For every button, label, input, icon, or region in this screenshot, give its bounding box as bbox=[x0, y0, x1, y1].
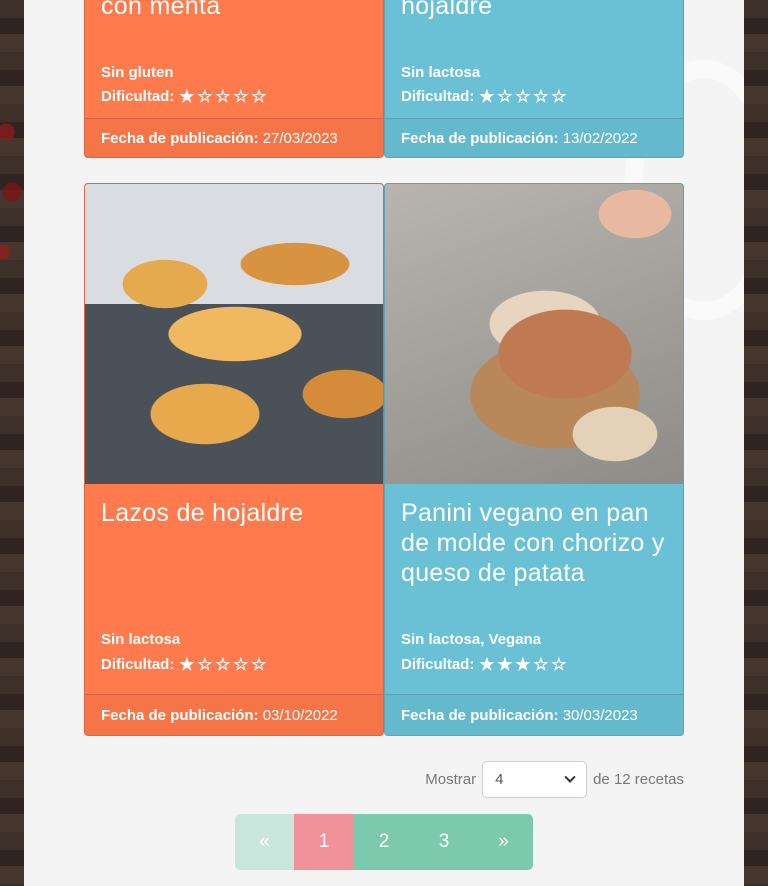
star-empty-icon: ☆ bbox=[215, 655, 231, 674]
recipe-title[interactable]: Lazos de hojaldre bbox=[101, 498, 367, 528]
star-empty-icon: ☆ bbox=[533, 87, 549, 106]
date-label: Fecha de publicación: bbox=[101, 130, 259, 147]
star-filled-icon: ★ bbox=[497, 655, 513, 674]
publication-date: 13/02/2022 bbox=[562, 130, 638, 147]
card-footer: Fecha de publicación: 27/03/2023 bbox=[85, 118, 383, 157]
recipe-card-panini[interactable]: Panini vegano en pan de molde con choriz… bbox=[384, 183, 684, 736]
recipe-image[interactable] bbox=[385, 184, 683, 484]
card-body: Panini vegano en pan de molde con choriz… bbox=[385, 484, 683, 694]
publication-date: 27/03/2023 bbox=[262, 130, 338, 147]
star-empty-icon: ☆ bbox=[197, 655, 213, 674]
star-empty-icon: ☆ bbox=[551, 87, 567, 106]
recipe-tags: Sin lactosa, Vegana bbox=[401, 631, 542, 648]
star-filled-icon: ★ bbox=[179, 655, 195, 674]
recipe-image[interactable] bbox=[85, 184, 383, 484]
card-body: Lazos de hojaldre Sin lactosa Dificultad… bbox=[85, 484, 383, 694]
card-footer: Fecha de publicación: 03/10/2022 bbox=[85, 694, 383, 735]
pagination-page-1[interactable]: 1 bbox=[294, 814, 354, 870]
pagination: « 1 2 3 » bbox=[235, 814, 533, 870]
recipes-content: Trufas de chocolate con menta Sin gluten… bbox=[24, 0, 744, 886]
recipe-difficulty: Dificultad: ★ ☆ ☆ ☆ ☆ bbox=[101, 86, 267, 108]
recipe-tags: Sin gluten bbox=[101, 64, 174, 81]
recipe-card-coca[interactable]: Coca de mollitas de hojaldre Sin lactosa… bbox=[384, 0, 684, 158]
recipe-title[interactable]: Panini vegano en pan de molde con choriz… bbox=[401, 498, 667, 588]
star-empty-icon: ☆ bbox=[233, 87, 249, 106]
difficulty-label: Dificultad: bbox=[101, 656, 175, 673]
difficulty-stars: ★ ☆ ☆ ☆ ☆ bbox=[178, 655, 267, 675]
per-page-select[interactable]: 4 bbox=[482, 761, 588, 798]
date-label: Fecha de publicación: bbox=[401, 130, 559, 147]
show-label: Mostrar bbox=[425, 771, 477, 788]
star-empty-icon: ☆ bbox=[515, 87, 531, 106]
date-label: Fecha de publicación: bbox=[401, 707, 559, 724]
star-empty-icon: ☆ bbox=[551, 655, 567, 674]
star-filled-icon: ★ bbox=[479, 87, 495, 106]
recipe-title[interactable]: Coca de mollitas de hojaldre bbox=[401, 0, 667, 21]
date-label: Fecha de publicación: bbox=[101, 707, 259, 724]
star-filled-icon: ★ bbox=[179, 87, 195, 106]
publication-date: 03/10/2022 bbox=[262, 707, 338, 724]
card-footer: Fecha de publicación: 30/03/2023 bbox=[385, 694, 683, 735]
pagination-page-2[interactable]: 2 bbox=[354, 814, 414, 870]
recipe-card-lazos[interactable]: Lazos de hojaldre Sin lactosa Dificultad… bbox=[84, 183, 384, 736]
wood-background-left bbox=[0, 0, 24, 886]
recipe-title[interactable]: Trufas de chocolate con menta bbox=[101, 0, 367, 21]
difficulty-label: Dificultad: bbox=[101, 88, 175, 105]
star-empty-icon: ☆ bbox=[215, 87, 231, 106]
recipe-card-trufas[interactable]: Trufas de chocolate con menta Sin gluten… bbox=[84, 0, 384, 158]
star-empty-icon: ☆ bbox=[197, 87, 213, 106]
recipe-difficulty: Dificultad: ★ ☆ ☆ ☆ ☆ bbox=[401, 86, 567, 108]
results-per-page: Mostrar 4 de 12 recetas bbox=[425, 761, 684, 798]
wood-background-right bbox=[744, 0, 768, 886]
difficulty-label: Dificultad: bbox=[401, 656, 475, 673]
recipe-tags: Sin lactosa bbox=[101, 631, 181, 648]
recipe-tags: Sin lactosa bbox=[401, 64, 481, 81]
difficulty-stars: ★ ☆ ☆ ☆ ☆ bbox=[478, 87, 567, 107]
star-empty-icon: ☆ bbox=[251, 655, 267, 674]
recipe-difficulty: Dificultad: ★ ★ ★ ☆ ☆ bbox=[401, 654, 567, 676]
difficulty-stars: ★ ★ ★ ☆ ☆ bbox=[478, 655, 567, 675]
star-empty-icon: ☆ bbox=[251, 87, 267, 106]
card-footer: Fecha de publicación: 13/02/2022 bbox=[385, 118, 683, 157]
per-page-value: 4 bbox=[495, 771, 504, 788]
card-body: Trufas de chocolate con menta Sin gluten… bbox=[85, 0, 383, 118]
pagination-prev[interactable]: « bbox=[235, 814, 294, 870]
difficulty-label: Dificultad: bbox=[401, 88, 475, 105]
star-empty-icon: ☆ bbox=[233, 655, 249, 674]
chevron-down-icon bbox=[564, 771, 576, 783]
star-empty-icon: ☆ bbox=[533, 655, 549, 674]
recipe-difficulty: Dificultad: ★ ☆ ☆ ☆ ☆ bbox=[101, 654, 267, 676]
star-filled-icon: ★ bbox=[479, 655, 495, 674]
pagination-next[interactable]: » bbox=[474, 814, 533, 870]
publication-date: 30/03/2023 bbox=[562, 707, 638, 724]
difficulty-stars: ★ ☆ ☆ ☆ ☆ bbox=[178, 87, 267, 107]
total-label: de 12 recetas bbox=[593, 771, 684, 788]
star-filled-icon: ★ bbox=[515, 655, 531, 674]
pagination-page-3[interactable]: 3 bbox=[414, 814, 474, 870]
card-body: Coca de mollitas de hojaldre Sin lactosa… bbox=[385, 0, 683, 118]
star-empty-icon: ☆ bbox=[497, 87, 513, 106]
